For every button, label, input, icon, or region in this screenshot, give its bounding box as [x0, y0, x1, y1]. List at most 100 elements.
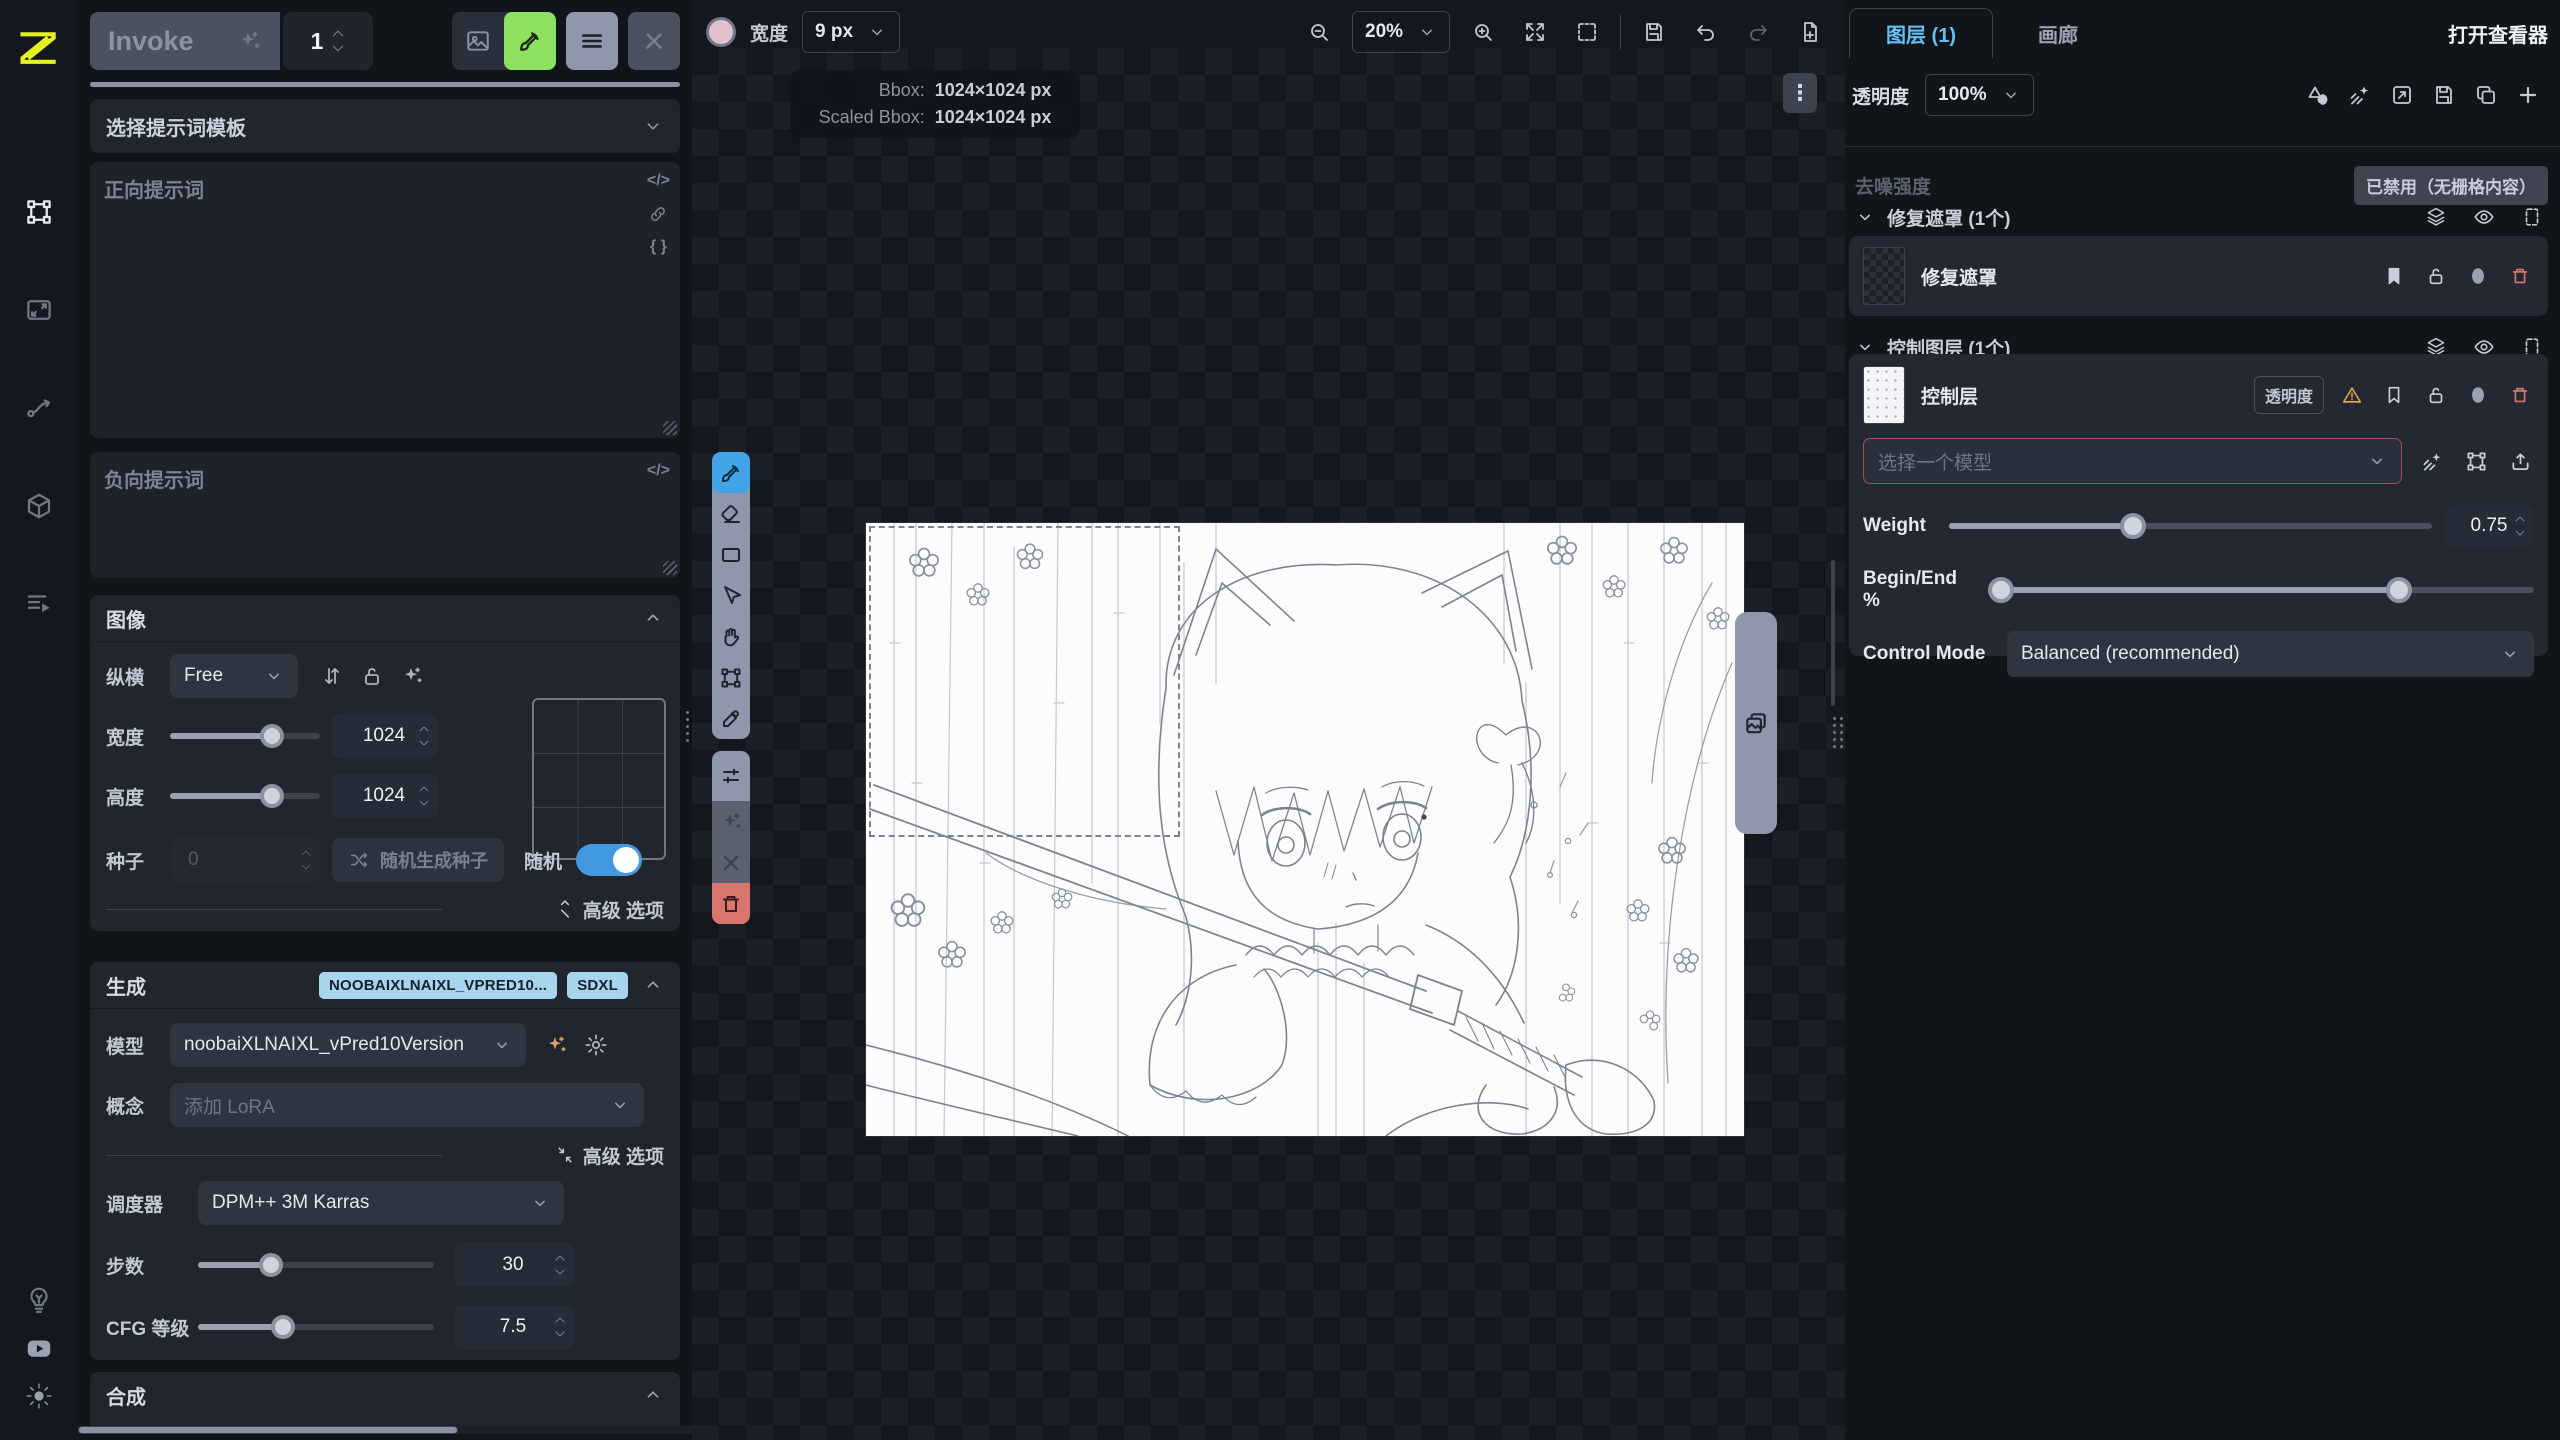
negative-prompt-input[interactable]: 负向提示词 </>	[90, 452, 680, 578]
seed-input[interactable]: 0	[170, 838, 320, 882]
collapse-icon[interactable]	[642, 607, 664, 629]
eraser-tool-icon[interactable]	[712, 493, 750, 534]
panel-scrollbar[interactable]	[78, 1426, 692, 1434]
move-tool-icon[interactable]	[712, 575, 750, 616]
positive-prompt-input[interactable]: 正向提示词 </> { }	[90, 162, 680, 438]
canvas-menu-icon[interactable]: ⋮	[1783, 73, 1817, 113]
queue-count-arrows[interactable]	[331, 29, 345, 53]
scheduler-select[interactable]: DPM++ 3M Karras	[198, 1181, 564, 1225]
lock-icon[interactable]	[2422, 262, 2450, 290]
resize-grip[interactable]	[663, 421, 677, 435]
delete-layer-icon[interactable]	[712, 883, 750, 924]
save-canvas-icon[interactable]	[1635, 11, 1673, 53]
pan-tool-icon[interactable]	[712, 616, 750, 657]
aspect-select[interactable]: Free	[170, 654, 298, 698]
swap-dimensions-icon[interactable]	[312, 656, 352, 696]
nav-models-icon[interactable]	[19, 486, 59, 526]
image-section-header[interactable]: 图像	[90, 595, 680, 641]
rect-tool-icon[interactable]	[712, 534, 750, 575]
weight-input[interactable]: 0.75	[2446, 505, 2534, 547]
model-star-icon[interactable]	[536, 1025, 576, 1065]
random-seed-toggle[interactable]	[576, 844, 642, 876]
queue-count-stepper[interactable]: 1	[283, 12, 373, 70]
settings-icon[interactable]	[19, 1376, 59, 1416]
compositing-section-header[interactable]: 合成	[90, 1372, 680, 1418]
zoom-in-icon[interactable]	[1464, 11, 1502, 53]
add-layer-icon[interactable]	[2512, 79, 2544, 111]
cancel-icon[interactable]	[628, 12, 680, 70]
undo-icon[interactable]	[1687, 11, 1725, 53]
steps-slider[interactable]	[198, 1262, 434, 1268]
new-session-icon[interactable]	[1791, 11, 1829, 53]
width-slider[interactable]	[170, 733, 320, 739]
nav-queue-icon[interactable]	[19, 584, 59, 624]
steps-input[interactable]: 30	[454, 1243, 574, 1287]
filter-tool-icon[interactable]	[712, 751, 750, 801]
nav-upscaling-icon[interactable]	[19, 290, 59, 330]
save-layer-icon[interactable]	[2428, 79, 2460, 111]
nav-workflows-icon[interactable]	[19, 388, 59, 428]
bookmark-icon[interactable]	[2380, 262, 2408, 290]
colorpicker-tool-icon[interactable]	[712, 698, 750, 739]
begin-end-slider[interactable]	[1993, 587, 2534, 593]
mask-color-swatch-icon[interactable]	[2464, 262, 2492, 290]
fit-to-view-icon[interactable]	[1516, 11, 1554, 53]
weight-slider[interactable]	[1949, 523, 2432, 529]
generation-advanced-options[interactable]: 高级 选项	[555, 1142, 664, 1169]
export-icon[interactable]	[2506, 447, 2534, 475]
brush-width-select[interactable]: 9 px	[802, 11, 900, 53]
control-model-select[interactable]: 选择一个模型	[1863, 438, 2402, 484]
nav-canvas-icon[interactable]	[19, 192, 59, 232]
link-icon[interactable]	[648, 204, 668, 224]
layer-color-swatch-icon[interactable]	[2464, 381, 2492, 409]
embedding-icon[interactable]: </>	[647, 172, 670, 190]
canvas-scrollbar[interactable]	[1831, 560, 1835, 706]
paste-to-canvas-icon[interactable]	[2386, 79, 2418, 111]
height-input[interactable]: 1024	[332, 774, 438, 818]
brush-tool-icon[interactable]	[712, 452, 750, 493]
lora-select[interactable]: 添加 LoRA	[170, 1083, 644, 1127]
layer-opacity-badge[interactable]: 透明度	[2254, 376, 2324, 414]
quick-actions-icon[interactable]	[2418, 447, 2446, 475]
cfg-slider[interactable]	[198, 1324, 434, 1330]
invoke-button[interactable]: Invoke	[90, 12, 280, 70]
brush-color-swatch[interactable]	[706, 17, 736, 47]
open-viewer-button[interactable]: 打开查看器	[2448, 19, 2548, 48]
group-layers-icon[interactable]	[2420, 201, 2452, 233]
braces-icon[interactable]: { }	[650, 238, 667, 256]
zoom-level-select[interactable]: 20%	[1352, 11, 1450, 53]
lock-icon[interactable]	[2422, 381, 2450, 409]
height-slider[interactable]	[170, 793, 320, 799]
image-advanced-options[interactable]: 高级 选项	[555, 896, 664, 923]
control-mode-select[interactable]: Balanced (recommended)	[2007, 631, 2534, 677]
lock-aspect-icon[interactable]	[352, 656, 392, 696]
opacity-select[interactable]: 100%	[1925, 74, 2034, 116]
cfg-input[interactable]: 7.5	[454, 1305, 574, 1349]
prompt-template-select[interactable]: 选择提示词模板	[90, 99, 680, 153]
group-frame-icon[interactable]	[2516, 201, 2548, 233]
bookmark-icon[interactable]	[2380, 381, 2408, 409]
zoom-out-icon[interactable]	[1300, 11, 1338, 53]
invoke-logo-icon[interactable]	[17, 26, 61, 70]
image-mode-icon[interactable]	[452, 12, 504, 70]
chevron-down-icon[interactable]	[1855, 207, 1875, 227]
collapse-icon[interactable]	[642, 974, 664, 996]
tab-gallery[interactable]: 画廊	[1993, 19, 2123, 48]
control-layer-row[interactable]: 控制层 透明度	[1863, 364, 2534, 426]
duplicate-layer-icon[interactable]	[2470, 79, 2502, 111]
delete-layer-icon[interactable]	[2506, 262, 2534, 290]
inpaint-mask-layer-row[interactable]: 修复遮罩	[1849, 236, 2548, 316]
panel-resize-handle[interactable]	[1833, 706, 1843, 758]
delete-layer-icon[interactable]	[2506, 381, 2534, 409]
canvas-mode-icon[interactable]	[504, 12, 556, 70]
compare-handle[interactable]	[1735, 612, 1777, 834]
model-settings-icon[interactable]	[576, 1025, 616, 1065]
generation-section-header[interactable]: 生成 NOOBAIXLNAIXL_VPRED10... SDXL	[90, 962, 680, 1008]
bbox-tool-icon[interactable]	[712, 657, 750, 698]
quick-actions-icon[interactable]	[2344, 79, 2376, 111]
model-select[interactable]: noobaiXLNAIXL_vPred10Version	[170, 1023, 526, 1067]
menu-icon[interactable]	[566, 12, 618, 70]
video-tutorials-icon[interactable]	[19, 1328, 59, 1368]
merge-layers-icon[interactable]	[2302, 79, 2334, 111]
width-input[interactable]: 1024	[332, 714, 438, 758]
